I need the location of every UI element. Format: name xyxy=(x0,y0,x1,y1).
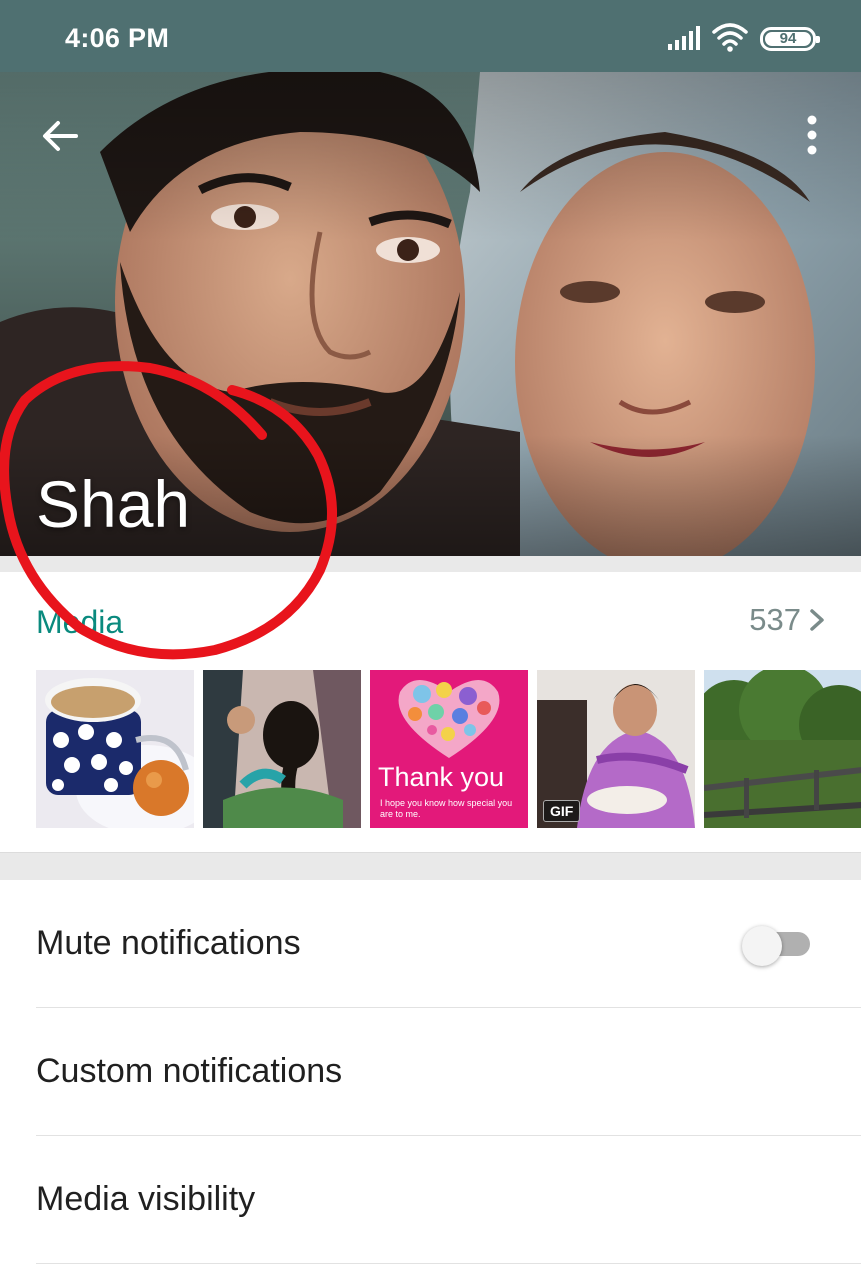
section-gap xyxy=(0,556,861,572)
media-count[interactable]: 537 xyxy=(749,602,801,638)
setting-label: Custom notifications xyxy=(36,1052,343,1090)
setting-label: Media visibility xyxy=(36,1180,256,1218)
battery-icon: 94 xyxy=(760,27,820,51)
profile-name: Shah xyxy=(36,467,191,541)
status-time: 4:06 PM xyxy=(65,23,170,53)
media-thumbnail[interactable] xyxy=(36,670,194,828)
wifi-icon xyxy=(712,23,748,52)
mute-notifications-toggle[interactable] xyxy=(742,926,810,966)
chevron-right-icon[interactable] xyxy=(807,608,827,632)
battery-level: 94 xyxy=(765,30,811,47)
section-gap xyxy=(0,852,861,880)
media-strip: Thank you I hope you know how special yo… xyxy=(36,670,861,828)
mute-notifications-row[interactable]: Mute notifications xyxy=(0,880,861,1008)
signal-icon xyxy=(668,26,700,50)
media-visibility-row[interactable]: Media visibility xyxy=(0,1136,861,1264)
more-vert-icon xyxy=(807,115,817,155)
media-thumbnail[interactable] xyxy=(203,670,361,828)
setting-label: Mute notifications xyxy=(36,924,301,962)
media-thumbnail-thank-you[interactable]: Thank you I hope you know how special yo… xyxy=(370,670,528,828)
media-thumbnail-gif[interactable]: GIF xyxy=(537,670,695,828)
divider xyxy=(36,1263,861,1264)
custom-notifications-row[interactable]: Custom notifications xyxy=(0,1008,861,1136)
media-thumbnail[interactable] xyxy=(704,670,861,828)
arrow-left-icon xyxy=(43,121,78,151)
battery-tip xyxy=(816,36,820,43)
battery-level-text: 94 xyxy=(779,30,797,47)
profile-header: Shah xyxy=(0,72,861,556)
media-section: Media 537 Thank you I hope you know how … xyxy=(0,572,861,852)
back-button[interactable] xyxy=(36,112,84,160)
gif-badge: GIF xyxy=(543,800,581,822)
thumbnail-caption: Thank you xyxy=(378,762,505,792)
status-bar: 4:06 PM 94 xyxy=(0,0,861,72)
thumbnail-subcaption: I hope you know how special you are to m… xyxy=(380,798,513,819)
more-button[interactable] xyxy=(796,108,828,164)
settings-list: Mute notifications Custom notifications … xyxy=(0,880,861,1280)
toggle-thumb xyxy=(742,926,782,966)
media-title[interactable]: Media xyxy=(36,604,123,641)
